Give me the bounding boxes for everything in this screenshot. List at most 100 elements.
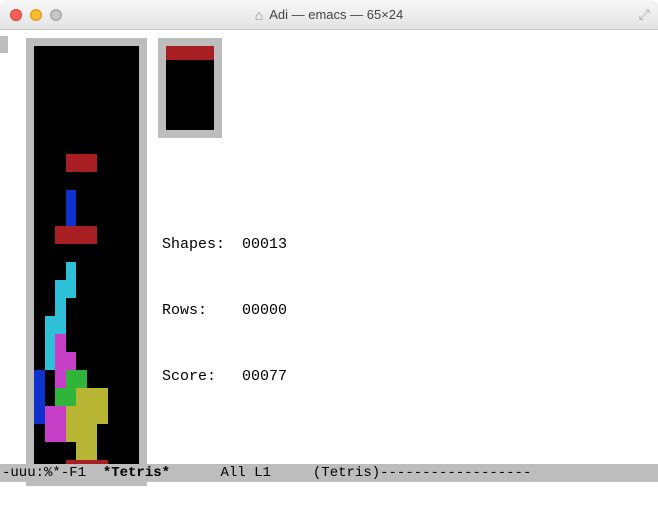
cell	[118, 334, 129, 352]
cell	[97, 334, 108, 352]
cell	[118, 100, 129, 118]
cell	[190, 88, 202, 102]
cell	[76, 352, 87, 370]
cell	[66, 316, 77, 334]
cell	[55, 280, 66, 298]
cell	[45, 370, 56, 388]
cell	[178, 74, 190, 88]
cell	[87, 262, 98, 280]
cell	[76, 208, 87, 226]
cell	[202, 46, 214, 60]
cell	[76, 118, 87, 136]
cell	[34, 190, 45, 208]
cell	[55, 262, 66, 280]
cell	[34, 226, 45, 244]
tetris-board[interactable]	[34, 46, 139, 478]
cell	[178, 60, 190, 74]
cell	[108, 226, 119, 244]
window-title: ⌂ Adi — emacs — 65×24	[0, 7, 658, 22]
stat-value-score: 00077	[242, 366, 287, 388]
cell	[97, 424, 108, 442]
cell	[129, 136, 140, 154]
cell	[108, 136, 119, 154]
traffic-lights	[10, 9, 62, 21]
cell	[45, 46, 56, 64]
cell	[76, 388, 87, 406]
stat-value-shapes: 00013	[242, 234, 287, 256]
cell	[118, 226, 129, 244]
cell	[190, 102, 202, 116]
cell	[66, 388, 77, 406]
cell	[66, 298, 77, 316]
cell	[129, 406, 140, 424]
cell	[202, 116, 214, 130]
cell	[97, 190, 108, 208]
cell	[87, 280, 98, 298]
cell	[66, 424, 77, 442]
cell	[34, 442, 45, 460]
cell	[87, 82, 98, 100]
cell	[45, 424, 56, 442]
cell	[129, 316, 140, 334]
cell	[129, 352, 140, 370]
cell	[97, 352, 108, 370]
cell	[55, 46, 66, 64]
close-icon[interactable]	[10, 9, 22, 21]
cell	[129, 388, 140, 406]
stat-value-rows: 00000	[242, 300, 287, 322]
stats-block: Shapes: 00013 Rows: 00000 Score: 00077	[162, 190, 287, 432]
modeline-left: -uuu:%*-F1	[2, 465, 86, 481]
editor-area: Shapes: 00013 Rows: 00000 Score: 00077 -…	[0, 30, 658, 500]
cell	[118, 370, 129, 388]
cell	[87, 226, 98, 244]
cell	[76, 316, 87, 334]
cell	[97, 226, 108, 244]
cell	[129, 82, 140, 100]
cell	[55, 226, 66, 244]
cell	[45, 100, 56, 118]
cell	[97, 298, 108, 316]
fullscreen-icon[interactable]: ⤢	[639, 6, 650, 23]
cell	[87, 334, 98, 352]
stat-row-shapes: Shapes: 00013	[162, 234, 287, 256]
cell	[66, 352, 77, 370]
cell	[87, 100, 98, 118]
cell	[129, 100, 140, 118]
modeline-mode: (Tetris)	[313, 465, 380, 481]
cell	[129, 424, 140, 442]
cell	[87, 244, 98, 262]
cell	[97, 118, 108, 136]
cell	[76, 424, 87, 442]
cell	[34, 82, 45, 100]
stat-row-rows: Rows: 00000	[162, 300, 287, 322]
cell	[118, 388, 129, 406]
modeline-pos: All L1	[220, 465, 270, 481]
cell	[166, 102, 178, 116]
cell	[97, 64, 108, 82]
cell	[108, 172, 119, 190]
cell	[97, 208, 108, 226]
stat-label: Rows:	[162, 300, 242, 322]
cell	[87, 406, 98, 424]
cell	[108, 118, 119, 136]
cell	[66, 334, 77, 352]
cell	[166, 60, 178, 74]
cell	[76, 280, 87, 298]
cell	[108, 154, 119, 172]
zoom-icon[interactable]	[50, 9, 62, 21]
cell	[55, 154, 66, 172]
cell	[118, 406, 129, 424]
cell	[66, 226, 77, 244]
cell	[190, 60, 202, 74]
cell	[45, 82, 56, 100]
cell	[45, 262, 56, 280]
cell	[34, 46, 45, 64]
cell	[118, 424, 129, 442]
cell	[202, 102, 214, 116]
next-piece-frame	[158, 38, 222, 138]
minimize-icon[interactable]	[30, 9, 42, 21]
cell	[66, 136, 77, 154]
cell	[76, 82, 87, 100]
cell	[178, 88, 190, 102]
cell	[45, 136, 56, 154]
